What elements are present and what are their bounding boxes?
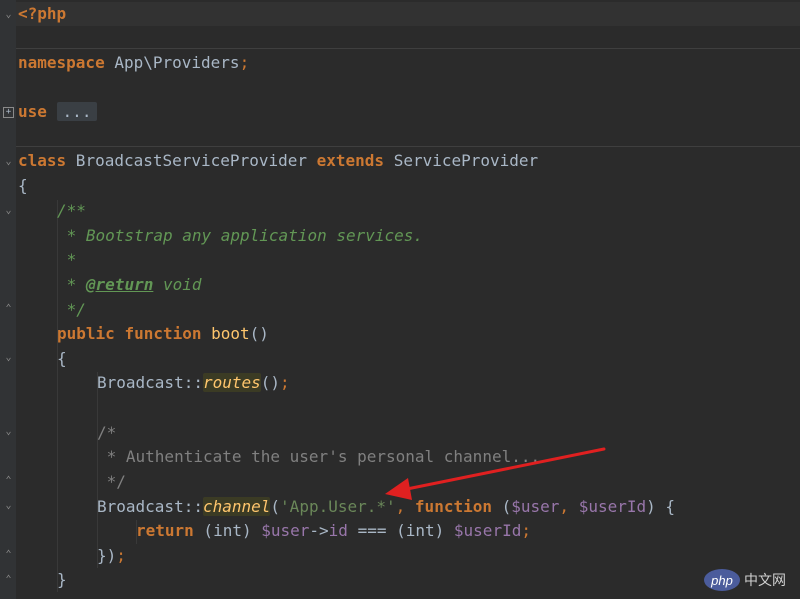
php-logo: php <box>704 569 740 591</box>
watermark-text: 中文网 <box>744 573 786 589</box>
annotation-arrow <box>385 447 606 500</box>
site-watermark: php 中文网 <box>704 566 796 594</box>
arrow-head <box>385 478 412 500</box>
arrow-shaft <box>400 447 606 492</box>
